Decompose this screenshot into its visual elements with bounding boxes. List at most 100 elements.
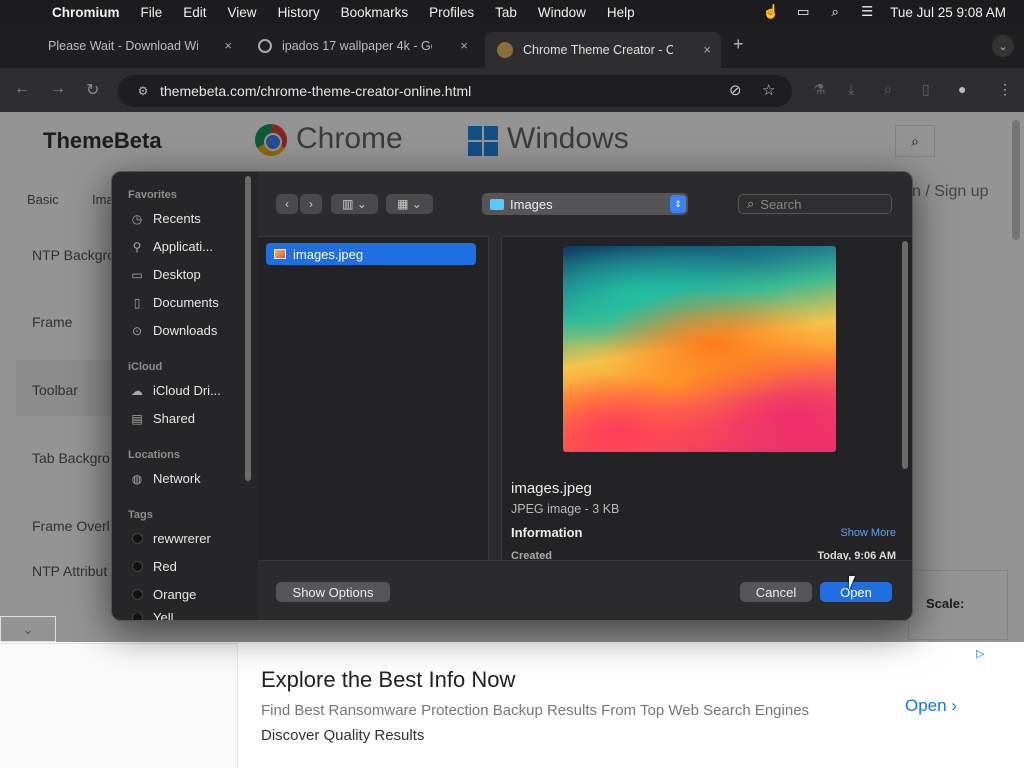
screens-icon[interactable]: ▭ <box>794 4 812 19</box>
tab-chrome-theme-creator[interactable]: Chrome Theme Creator - Cr × <box>485 32 721 68</box>
preview-column: images.jpeg JPEG image - 3 KB Informatio… <box>502 236 912 562</box>
close-tab-icon[interactable]: × <box>460 38 468 53</box>
close-tab-icon[interactable]: × <box>224 38 232 53</box>
menu-file[interactable]: File <box>141 5 163 20</box>
labs-icon[interactable]: ⚗ <box>813 81 826 98</box>
forward-chevron-icon[interactable]: › <box>300 194 322 214</box>
download-circle-icon: ⊙ <box>131 323 143 338</box>
ad-banner[interactable]: ▷ Explore the Best Info Now Find Best Ra… <box>237 643 1007 768</box>
cancel-button[interactable]: Cancel <box>740 582 812 602</box>
reload-icon[interactable]: ↻ <box>86 80 99 100</box>
menu-tab[interactable]: Tab <box>495 5 517 20</box>
sidebar-item-downloads[interactable]: ⊙ Downloads <box>130 323 217 338</box>
show-more-link[interactable]: Show More <box>840 527 896 539</box>
fingerprint-icon[interactable]: ☝ <box>762 4 780 19</box>
menu-help[interactable]: Help <box>607 5 635 20</box>
tag-dot-icon <box>130 532 144 546</box>
menu-edit[interactable]: Edit <box>183 5 206 20</box>
new-tab-button[interactable]: + <box>733 34 744 55</box>
preview-scrollbar[interactable] <box>902 241 908 469</box>
preview-file-meta: JPEG image - 3 KB <box>511 502 620 516</box>
menu-view[interactable]: View <box>228 5 257 20</box>
zoom-icon[interactable]: ⌕ <box>884 81 892 98</box>
apple-favicon-icon <box>22 38 38 54</box>
folder-icon <box>490 198 504 210</box>
show-options-button[interactable]: Show Options <box>276 582 390 602</box>
sidebar-item-icloud-drive[interactable]: ☁ iCloud Dri... <box>130 383 221 398</box>
ad-open-link[interactable]: Open › <box>905 696 957 716</box>
sidebar-item-documents[interactable]: ▯ Documents <box>130 295 219 310</box>
sidebar-item-label: Shared <box>153 411 195 426</box>
ad-subline: Discover Quality Results <box>261 727 425 744</box>
sidebar-tag-orange[interactable]: Orange <box>130 587 196 602</box>
menu-history[interactable]: History <box>278 5 320 20</box>
menu-window[interactable]: Window <box>538 5 586 20</box>
sidebar-item-label: Desktop <box>153 267 201 282</box>
locations-header: Locations <box>128 449 180 461</box>
jpeg-file-icon <box>274 249 286 259</box>
tab-search-chevron-icon[interactable]: ⌄ <box>992 35 1014 57</box>
tab-title: Please Wait - Download Wil <box>48 39 198 53</box>
image-preview <box>563 246 836 452</box>
close-tab-icon[interactable]: × <box>703 42 711 57</box>
sidebar-item-label: Network <box>153 471 201 486</box>
dialog-sidebar: Favorites ◷ Recents ⚲ Applicati... ▭ Deskto… <box>112 172 258 620</box>
mouse-cursor-icon <box>849 576 855 590</box>
document-icon: ▯ <box>133 295 141 310</box>
ad-open-label: Open <box>905 696 947 715</box>
more-menu-icon[interactable]: ⋮ <box>998 81 1012 98</box>
ad-headline[interactable]: Explore the Best Info Now <box>261 667 515 693</box>
sidebar-item-label: Recents <box>153 211 201 226</box>
sidebar-item-desktop[interactable]: ▭ Desktop <box>130 267 201 282</box>
sidebar-item-label: Red <box>153 559 177 574</box>
sidebar-item-network[interactable]: ◍ Network <box>130 471 201 486</box>
sidebar-tag-red[interactable]: Red <box>130 559 177 574</box>
column-view-button[interactable]: ▥ ⌄ <box>331 194 378 214</box>
location-stepper-icon[interactable]: ⇕ <box>670 195 686 213</box>
sidebar-item-shared[interactable]: ▤ Shared <box>130 411 195 426</box>
sidebar-item-label: rewwrerer <box>153 531 211 546</box>
menu-app-name[interactable]: Chromium <box>52 5 120 20</box>
preview-info-header: Information <box>511 525 583 540</box>
adchoices-icon[interactable]: ▷ <box>976 647 984 660</box>
tab-google-search[interactable]: ipados 17 wallpaper 4k - Go × <box>246 31 478 61</box>
sidebar-item-applications[interactable]: ⚲ Applicati... <box>130 239 213 254</box>
menu-bar: Chromium File Edit View History Bookmark… <box>0 0 1024 24</box>
tab-please-wait[interactable]: Please Wait - Download Wil × <box>10 31 242 61</box>
open-button[interactable]: Open <box>820 582 892 602</box>
forward-icon[interactable]: → <box>50 80 66 98</box>
desktop-icon: ▭ <box>131 267 143 282</box>
menu-profiles[interactable]: Profiles <box>429 5 474 20</box>
tracking-protection-icon[interactable]: ⊘ <box>729 81 742 99</box>
sidebar-item-recents[interactable]: ◷ Recents <box>130 211 201 226</box>
profile-icon[interactable]: ● <box>958 81 966 97</box>
back-icon[interactable]: ← <box>14 80 30 98</box>
sidebar-tag-rewwrerer[interactable]: rewwrerer <box>130 531 211 546</box>
location-popup[interactable]: Images ⇕ <box>482 193 688 215</box>
menu-bookmarks[interactable]: Bookmarks <box>341 5 409 20</box>
tab-title: Chrome Theme Creator - Cr <box>523 43 673 57</box>
dialog-footer: Show Options Cancel Open <box>258 560 912 620</box>
column-divider[interactable] <box>488 236 502 560</box>
sidebar-scrollbar[interactable] <box>245 176 251 481</box>
bookmark-star-icon[interactable]: ☆ <box>762 81 775 99</box>
shared-folder-icon: ▤ <box>131 411 143 426</box>
address-url[interactable]: themebeta.com/chrome-theme-creator-onlin… <box>160 83 471 99</box>
spotlight-search-icon[interactable]: ⌕ <box>826 4 844 19</box>
location-label: Images <box>510 196 553 212</box>
collapse-chevron-icon[interactable]: ⌄ <box>0 616 56 642</box>
file-name: images.jpeg <box>293 246 364 262</box>
applications-icon: ⚲ <box>132 239 142 254</box>
icloud-header: iCloud <box>128 361 163 373</box>
file-row-selected[interactable]: images.jpeg <box>266 243 476 265</box>
back-chevron-icon[interactable]: ‹ <box>276 194 298 214</box>
download-icon[interactable]: ⤓ <box>848 81 854 98</box>
sidebar-tag-yellow[interactable]: Yell <box>130 613 173 620</box>
side-panel-icon[interactable]: ▯ <box>922 81 930 98</box>
site-info-icon[interactable]: ⚙ <box>128 84 158 98</box>
search-field[interactable]: ⌕ Search <box>738 194 892 214</box>
menu-clock[interactable]: Tue Jul 25 9:08 AM <box>890 5 1006 20</box>
address-bar[interactable]: ⚙ themebeta.com/chrome-theme-creator-onl… <box>118 75 792 107</box>
grid-view-button[interactable]: ▦ ⌄ <box>386 194 433 214</box>
control-center-icon[interactable]: ☰ <box>858 4 876 19</box>
